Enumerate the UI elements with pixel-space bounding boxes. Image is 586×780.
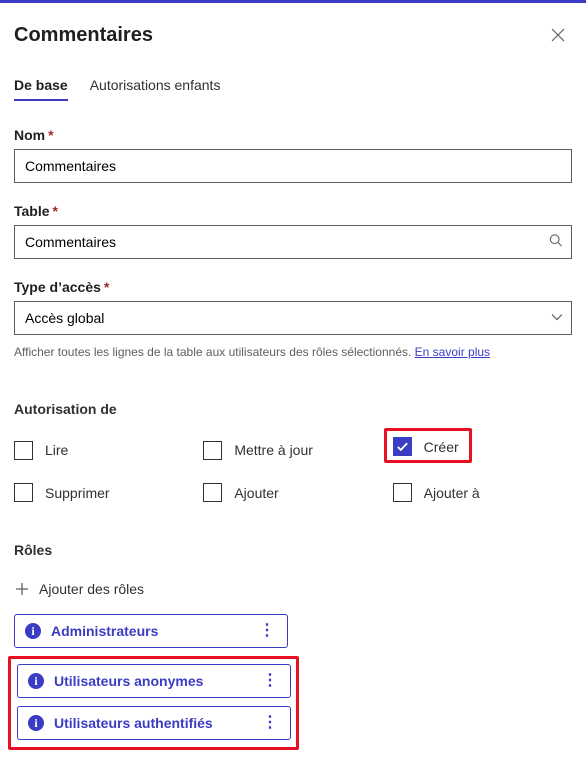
role-chip-admin[interactable]: i Administrateurs ⋮ — [14, 614, 288, 648]
info-icon: i — [28, 715, 44, 731]
check-icon — [396, 440, 409, 453]
perm-append-to[interactable]: Ajouter à — [393, 483, 572, 502]
required-marker: * — [53, 203, 58, 219]
perm-delete[interactable]: Supprimer — [14, 483, 193, 502]
perm-append[interactable]: Ajouter — [203, 483, 382, 502]
checkbox-unchecked[interactable] — [203, 483, 222, 502]
permissions-grid: Lire Mettre à jour Créer Supprimer — [14, 437, 572, 502]
checkbox-unchecked[interactable] — [14, 483, 33, 502]
close-button[interactable] — [544, 21, 572, 49]
role-chip-anonymous[interactable]: i Utilisateurs anonymes ⋮ — [17, 664, 291, 698]
perm-create[interactable]: Créer — [393, 437, 459, 456]
perm-update[interactable]: Mettre à jour — [203, 437, 382, 463]
access-helper-text: Afficher toutes les lignes de la table a… — [14, 345, 572, 359]
checkbox-checked[interactable] — [393, 437, 412, 456]
required-marker: * — [104, 279, 109, 295]
role-name: Utilisateurs authentifiés — [54, 715, 248, 731]
learn-more-link[interactable]: En savoir plus — [415, 345, 490, 359]
helper-text: Afficher toutes les lignes de la table a… — [14, 345, 415, 359]
access-type-value[interactable] — [14, 301, 572, 335]
role-name: Administrateurs — [51, 623, 245, 639]
role-more-button[interactable]: ⋮ — [258, 671, 282, 691]
name-label-text: Nom — [14, 127, 45, 143]
tab-list: De base Autorisations enfants — [14, 77, 572, 101]
permissions-panel: Commentaires De base Autorisations enfan… — [0, 3, 586, 780]
table-label: Table * — [14, 203, 572, 219]
close-icon — [551, 28, 565, 42]
permissions-section-label: Autorisation de — [14, 401, 572, 417]
perm-read[interactable]: Lire — [14, 437, 193, 463]
perm-label: Créer — [424, 439, 459, 455]
name-label: Nom * — [14, 127, 572, 143]
perm-label: Lire — [45, 442, 68, 458]
add-roles-button[interactable]: Ajouter des rôles — [14, 578, 572, 600]
access-type-select[interactable] — [14, 301, 572, 335]
checkbox-unchecked[interactable] — [393, 483, 412, 502]
info-icon: i — [25, 623, 41, 639]
access-type-label-text: Type d’accès — [14, 279, 101, 295]
info-icon: i — [28, 673, 44, 689]
roles-section-label: Rôles — [14, 542, 572, 558]
role-chip-authenticated[interactable]: i Utilisateurs authentifiés ⋮ — [17, 706, 291, 740]
plus-icon — [14, 581, 30, 597]
roles-highlight-box: i Utilisateurs anonymes ⋮ i Utilisateurs… — [8, 656, 299, 750]
perm-create-highlight: Créer — [393, 437, 572, 463]
panel-title: Commentaires — [14, 24, 153, 47]
add-roles-label: Ajouter des rôles — [39, 581, 144, 597]
panel-header: Commentaires — [14, 21, 572, 49]
perm-label: Ajouter à — [424, 485, 480, 501]
role-more-button[interactable]: ⋮ — [255, 621, 279, 641]
role-name: Utilisateurs anonymes — [54, 673, 248, 689]
perm-label: Ajouter — [234, 485, 278, 501]
table-label-text: Table — [14, 203, 50, 219]
role-more-button[interactable]: ⋮ — [258, 713, 282, 733]
tab-basic[interactable]: De base — [14, 77, 68, 101]
perm-label: Mettre à jour — [234, 442, 313, 458]
checkbox-unchecked[interactable] — [14, 441, 33, 460]
required-marker: * — [48, 127, 53, 143]
checkbox-unchecked[interactable] — [203, 441, 222, 460]
name-input[interactable] — [14, 149, 572, 183]
table-lookup[interactable] — [14, 225, 572, 259]
highlight-box: Créer — [384, 428, 472, 463]
table-input[interactable] — [14, 225, 572, 259]
perm-label: Supprimer — [45, 485, 110, 501]
access-type-label: Type d’accès * — [14, 279, 572, 295]
tab-child-permissions[interactable]: Autorisations enfants — [90, 77, 221, 101]
